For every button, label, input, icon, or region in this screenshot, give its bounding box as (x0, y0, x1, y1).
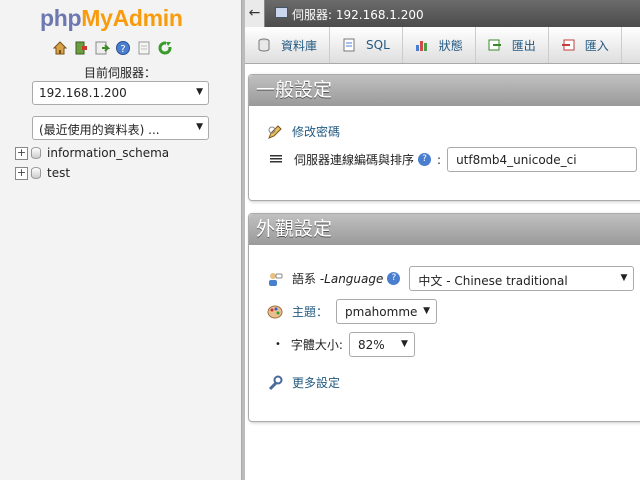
theme-select[interactable]: pmahomme ▼ (336, 299, 438, 324)
breadcrumb-bar: ← 伺服器: 192.168.1.200 (245, 0, 640, 27)
database-icon (31, 167, 41, 179)
database-item-information-schema[interactable]: + information_schema (15, 145, 169, 161)
nav-icon-bar: ? (52, 40, 173, 56)
chevron-down-icon: ▼ (196, 122, 203, 132)
navigation-panel: phpMyAdmin ? 目前伺服器： 192.168.1.200 ▼ (最近使… (0, 0, 242, 480)
chevron-down-icon: ▼ (620, 273, 628, 283)
bullet-icon: • (275, 339, 281, 350)
collation-select[interactable]: utf8mb4_unicode_ci (447, 147, 638, 172)
reload-icon[interactable] (157, 40, 173, 56)
language-row: 語系 - Language ? 中文 - Chinese traditional… (267, 266, 635, 291)
server-select-value: 192.168.1.200 (39, 86, 127, 100)
tab-label: 資料庫 (281, 38, 318, 53)
appearance-settings-title: 外觀設定 (249, 214, 640, 245)
collation-label: 伺服器連線編碼與排序 (294, 153, 415, 167)
collation-row: 伺服器連線編碼與排序 ? : utf8mb4_unicode_ci (269, 147, 638, 172)
tab-import[interactable]: 匯入 (549, 27, 622, 63)
tab-status[interactable]: 狀態 (403, 27, 476, 63)
language-label-en: Language (324, 271, 384, 286)
theme-label[interactable]: 主題： (292, 303, 328, 320)
general-settings-panel: 一般設定 修改密碼 伺服器連線編碼與排序 ? : utf8mb4_unicode… (248, 74, 640, 201)
language-icon (267, 271, 283, 287)
help-icon[interactable]: ? (115, 40, 131, 56)
pencil-icon (267, 124, 283, 140)
home-icon[interactable] (52, 40, 68, 56)
wrench-icon (267, 375, 283, 391)
more-settings-link[interactable]: 更多設定 (292, 374, 340, 391)
database-icon (31, 147, 41, 159)
theme-row: 主題： pmahomme ▼ (267, 299, 438, 324)
query-icon[interactable] (94, 40, 111, 56)
top-menu-tabs: 資料庫 SQL 狀態 匯出 匯入 (245, 27, 640, 64)
tab-sql[interactable]: SQL (330, 27, 403, 63)
collapse-nav-button[interactable]: ← (245, 0, 265, 27)
expand-icon[interactable]: + (15, 166, 28, 180)
palette-icon (267, 304, 283, 320)
chevron-down-icon: ▼ (423, 306, 431, 316)
expand-icon[interactable]: + (15, 146, 28, 160)
server-icon (275, 7, 288, 18)
tab-label: 狀態 (438, 38, 463, 53)
help-icon[interactable]: ? (387, 272, 401, 285)
svg-text:?: ? (120, 44, 125, 55)
theme-value: pmahomme (345, 305, 418, 319)
phpmyadmin-logo[interactable]: phpMyAdmin (40, 5, 183, 32)
tab-databases[interactable]: 資料庫 (245, 27, 331, 63)
database-name[interactable]: test (47, 166, 70, 180)
help-icon[interactable]: ? (418, 153, 432, 166)
appearance-settings-panel: 外觀設定 語系 - Language ? 中文 - Chinese tradit… (248, 213, 640, 422)
logo-myadmin-text: MyAdmin (81, 5, 183, 31)
tab-label: 匯出 (511, 38, 536, 53)
status-icon (415, 38, 429, 52)
recent-tables-value: (最近使用的資料表) ... (39, 123, 160, 137)
general-settings-title: 一般設定 (249, 75, 640, 106)
language-label: 語系 - (292, 272, 325, 286)
font-size-label: 字體大小: (290, 338, 343, 352)
language-value: 中文 - Chinese traditional (418, 274, 568, 288)
breadcrumb-server[interactable]: 伺服器: 192.168.1.200 (292, 6, 424, 23)
import-icon (561, 38, 575, 52)
database-icon (257, 38, 271, 52)
database-name[interactable]: information_schema (47, 146, 169, 160)
font-size-value: 82% (357, 338, 385, 352)
tab-export[interactable]: 匯出 (476, 27, 549, 63)
chevron-down-icon: ▼ (401, 339, 408, 349)
change-password-row: 修改密碼 (267, 123, 340, 140)
logo-php-text: php (40, 5, 82, 31)
collation-value: utf8mb4_unicode_ci (456, 153, 577, 167)
exit-icon[interactable] (73, 40, 89, 56)
list-icon (269, 152, 285, 168)
sql-icon (342, 38, 356, 52)
tab-label: SQL (366, 38, 390, 52)
database-item-test[interactable]: + test (15, 165, 70, 181)
recent-tables-select[interactable]: (最近使用的資料表) ... ▼ (32, 116, 209, 140)
current-server-label: 目前伺服器： (83, 66, 156, 80)
tab-label: 匯入 (584, 38, 609, 53)
more-settings-row: 更多設定 (267, 374, 340, 391)
language-select[interactable]: 中文 - Chinese traditional ▼ (409, 266, 635, 291)
docs-icon[interactable] (136, 40, 152, 56)
colon-separator: : (437, 152, 442, 167)
panel-splitter[interactable] (242, 0, 245, 480)
font-size-select[interactable]: 82% ▼ (348, 332, 415, 357)
chevron-down-icon: ▼ (196, 87, 203, 97)
change-password-link[interactable]: 修改密碼 (292, 123, 340, 140)
font-size-row: • 字體大小: 82% ▼ (275, 332, 415, 357)
export-icon (488, 38, 502, 52)
server-select[interactable]: 192.168.1.200 ▼ (32, 81, 209, 105)
